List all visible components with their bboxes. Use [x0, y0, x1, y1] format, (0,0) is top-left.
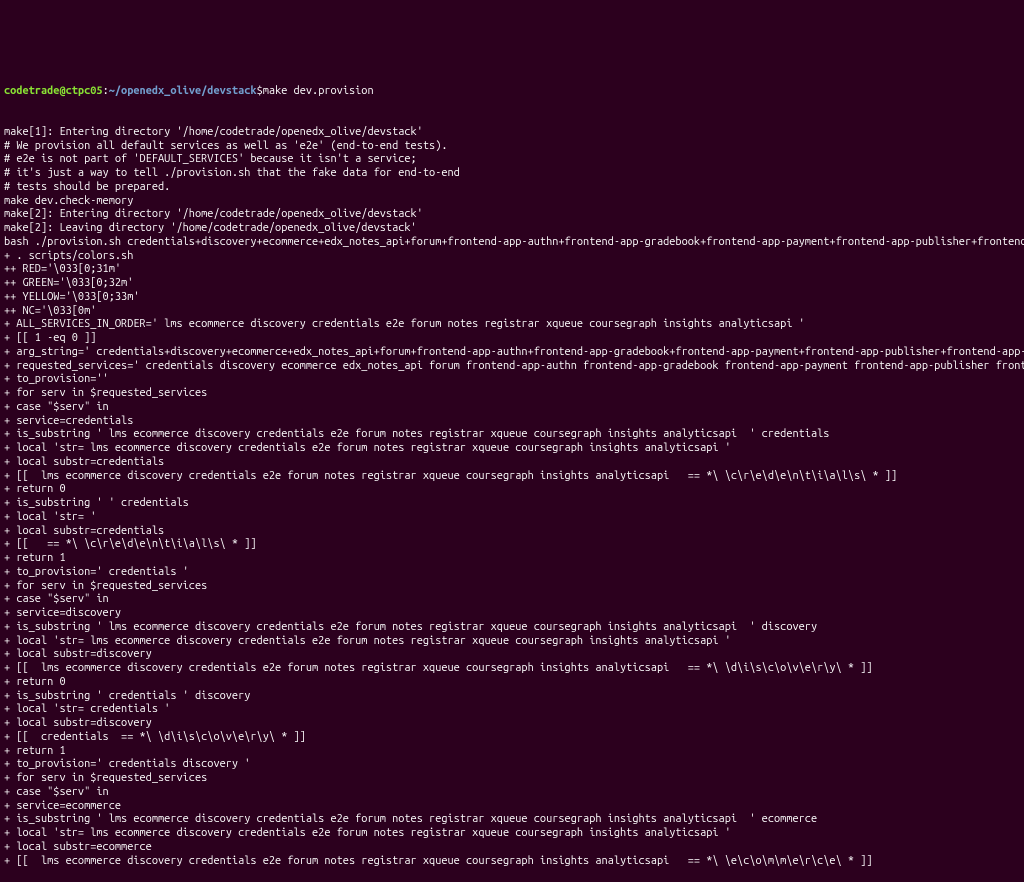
output-line: make dev.check-memory: [4, 195, 1020, 209]
output-line: make[1]: Entering directory '/home/codet…: [4, 126, 1020, 140]
output-line: + case "$serv" in: [4, 593, 1020, 607]
output-line: ++ RED='\033[0;31m': [4, 263, 1020, 277]
output-line: + is_substring ' lms ecommerce discovery…: [4, 621, 1020, 635]
output-line: + to_provision=' credentials discovery ': [4, 758, 1020, 772]
output-line: + local 'str= credentials ': [4, 703, 1020, 717]
output-line: + is_substring ' lms ecommerce discovery…: [4, 813, 1020, 827]
output-line: + [[ lms ecommerce discovery credentials…: [4, 855, 1020, 869]
output-line: + local 'str= lms ecommerce discovery cr…: [4, 827, 1020, 841]
output-line: + local 'str= lms ecommerce discovery cr…: [4, 442, 1020, 456]
output-line: + to_provision='': [4, 373, 1020, 387]
output-line: + [[ lms ecommerce discovery credentials…: [4, 662, 1020, 676]
output-line: + return 1: [4, 552, 1020, 566]
output-line: + [[ lms ecommerce discovery credentials…: [4, 470, 1020, 484]
output-line: + local substr=credentials: [4, 525, 1020, 539]
output-line: + service=credentials: [4, 415, 1020, 429]
prompt-user-host: codetrade@ctpc05: [4, 85, 103, 97]
terminal-window[interactable]: codetrade@ctpc05:~/openedx_olive/devstac…: [4, 57, 1020, 610]
terminal-output: make[1]: Entering directory '/home/codet…: [4, 126, 1020, 869]
output-line: + case "$serv" in: [4, 786, 1020, 800]
output-line: + [[ credentials == *\ \d\i\s\c\o\v\e\r\…: [4, 731, 1020, 745]
output-line: # e2e is not part of 'DEFAULT_SERVICES' …: [4, 153, 1020, 167]
output-line: + . scripts/colors.sh: [4, 250, 1020, 264]
output-line: + return 1: [4, 745, 1020, 759]
output-line: ++ YELLOW='\033[0;33m': [4, 291, 1020, 305]
output-line: + return 0: [4, 676, 1020, 690]
command-input[interactable]: make dev.provision: [263, 85, 374, 97]
output-line: + for serv in $requested_services: [4, 387, 1020, 401]
output-line: ++ NC='\033[0m': [4, 305, 1020, 319]
output-line: + [[ == *\ \c\r\e\d\e\n\t\i\a\l\s\ * ]]: [4, 538, 1020, 552]
output-line: + local substr=discovery: [4, 648, 1020, 662]
output-line: bash ./provision.sh credentials+discover…: [4, 236, 1020, 250]
output-line: + local substr=credentials: [4, 456, 1020, 470]
output-line: + requested_services=' credentials disco…: [4, 360, 1020, 374]
output-line: + local substr=discovery: [4, 717, 1020, 731]
output-line: + for serv in $requested_services: [4, 772, 1020, 786]
output-line: + service=discovery: [4, 607, 1020, 621]
output-line: ++ GREEN='\033[0;32m': [4, 277, 1020, 291]
output-line: + to_provision=' credentials ': [4, 566, 1020, 580]
output-line: + service=ecommerce: [4, 800, 1020, 814]
output-line: + is_substring ' lms ecommerce discovery…: [4, 428, 1020, 442]
output-line: # We provision all default services as w…: [4, 140, 1020, 154]
output-line: + local 'str= lms ecommerce discovery cr…: [4, 635, 1020, 649]
output-line: + ALL_SERVICES_IN_ORDER=' lms ecommerce …: [4, 318, 1020, 332]
output-line: + local substr=ecommerce: [4, 841, 1020, 855]
output-line: # it's just a way to tell ./provision.sh…: [4, 167, 1020, 181]
prompt-path: ~/openedx_olive/devstack: [109, 85, 257, 97]
output-line: + [[ 1 -eq 0 ]]: [4, 332, 1020, 346]
output-line: + arg_string=' credentials+discovery+eco…: [4, 346, 1020, 360]
output-line: + is_substring ' ' credentials: [4, 497, 1020, 511]
output-line: make[2]: Entering directory '/home/codet…: [4, 208, 1020, 222]
output-line: + local 'str= ': [4, 511, 1020, 525]
output-line: + for serv in $requested_services: [4, 580, 1020, 594]
output-line: + is_substring ' credentials ' discovery: [4, 690, 1020, 704]
output-line: # tests should be prepared.: [4, 181, 1020, 195]
prompt-line[interactable]: codetrade@ctpc05:~/openedx_olive/devstac…: [4, 85, 1020, 99]
output-line: make[2]: Leaving directory '/home/codetr…: [4, 222, 1020, 236]
output-line: + return 0: [4, 483, 1020, 497]
output-line: + case "$serv" in: [4, 401, 1020, 415]
